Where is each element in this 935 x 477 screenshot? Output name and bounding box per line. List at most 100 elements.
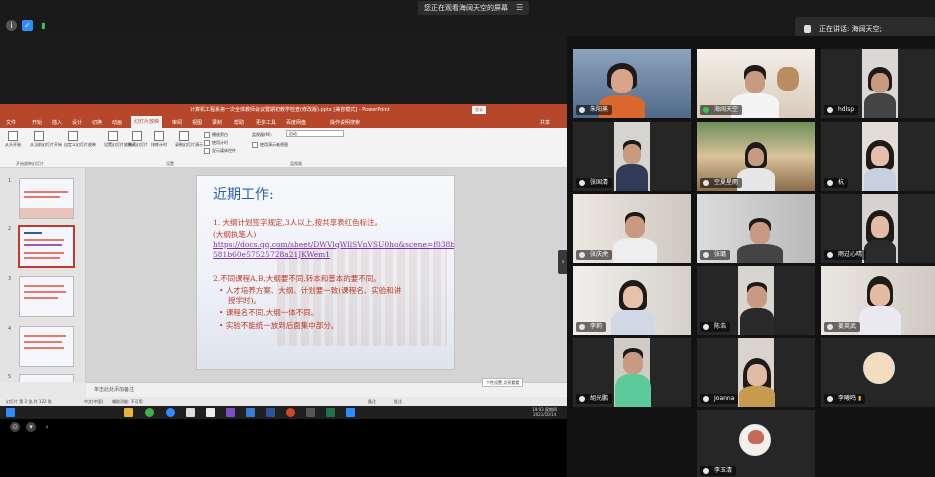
excel-icon[interactable] — [326, 408, 335, 417]
slide-item-1: 1. 大纲计划签字规定,3人以上,按共享表红色标注。 — [213, 218, 383, 227]
ppt-title-bar: 计算机工程系第一次全体教师会议暨期初教学检查(修改版).pptx [兼容模式] … — [0, 104, 567, 116]
participant-name: 杭 — [824, 178, 849, 188]
slide-thumbnail[interactable] — [19, 276, 74, 317]
participant-name: 李玉清 — [700, 466, 737, 476]
participant-name: Joanna — [700, 394, 739, 404]
participant-tile[interactable]: 杭 — [821, 122, 935, 191]
slide-bullet-cont: 授学时)。 — [228, 296, 261, 305]
windows-start-icon[interactable] — [6, 408, 15, 417]
hide-slide-button[interactable]: 隐藏幻灯片 — [128, 131, 148, 149]
tell-me-search[interactable]: 操作说明搜索 — [330, 119, 360, 126]
participant-tile[interactable]: 李曦鸣 ▮ — [821, 338, 935, 407]
browser-icon[interactable] — [166, 408, 175, 417]
participant-tile[interactable]: 雨过心晴 — [821, 194, 935, 263]
slide-number: 4 — [8, 326, 12, 332]
app-icon[interactable] — [206, 408, 215, 417]
record-button[interactable]: 录制幻灯片演示 — [175, 131, 203, 149]
shield-icon[interactable]: ✓ — [22, 20, 33, 31]
accessibility-status[interactable]: 辅助功能: 不可用 — [112, 399, 143, 405]
participant-name: hdlsp — [824, 105, 859, 115]
tab-file[interactable]: 文件 — [6, 119, 16, 126]
participant-tile[interactable]: 空夏星雨 — [697, 122, 815, 191]
signal-icon[interactable]: ▮ — [38, 20, 49, 31]
comments-toggle[interactable]: 批注 — [394, 399, 402, 405]
participant-tile[interactable]: Joanna — [697, 338, 815, 407]
tab-animations[interactable]: 动画 — [112, 119, 122, 126]
slide-thumbnail-selected[interactable] — [18, 225, 75, 268]
tab-home[interactable]: 开始 — [32, 119, 42, 126]
play-current-icon — [34, 131, 44, 141]
slide-thumbnail-pane: 1 2 3 4 5 — [0, 168, 86, 382]
participant-tile[interactable]: hdlsp — [821, 49, 935, 118]
powerpoint-icon[interactable] — [286, 408, 295, 417]
word-icon[interactable] — [266, 408, 275, 417]
slide-editing-area[interactable]: 近期工作: 1. 大纲计划签字规定,3人以上,按共享表红色标注。 (大纲执笔人)… — [86, 168, 567, 382]
app-icon[interactable] — [186, 408, 195, 417]
login-button[interactable]: 登录 — [472, 106, 486, 114]
participant-tile[interactable]: 张庆虎 — [573, 194, 691, 263]
tab-transitions[interactable]: 切换 — [92, 119, 102, 126]
from-current-button[interactable]: 从当前幻灯片开始 — [30, 131, 62, 149]
slide-counter: 幻灯片 第 2 张,共 122 张 — [6, 399, 52, 404]
media-controls-checkbox[interactable]: 显示媒体控件 — [204, 148, 236, 154]
share-button[interactable]: 共享 — [540, 119, 550, 126]
participant-tile[interactable]: 朱阳蒸 — [573, 49, 691, 118]
slide-link-cont[interactable]: 581b60e57525728a21JKWem1 — [213, 250, 330, 260]
rehearse-button[interactable]: 排练计时 — [150, 131, 168, 149]
app-icon[interactable] — [145, 408, 154, 417]
settings-icon[interactable]: ▾ — [26, 422, 36, 432]
custom-show-button[interactable]: 自定义幻灯片放映 — [64, 131, 96, 149]
file-explorer-icon[interactable] — [124, 408, 133, 417]
visual-studio-icon[interactable] — [226, 408, 235, 417]
view-options-menu-icon[interactable]: ☰ — [516, 1, 523, 15]
notes-toggle[interactable]: 备注 — [368, 399, 376, 405]
app-icon[interactable] — [306, 408, 315, 417]
monitor-select[interactable]: 自动 — [286, 130, 344, 137]
from-start-button[interactable]: 从头开始 — [4, 131, 22, 149]
share-controls: ⊙ ▾ ‹ — [0, 419, 60, 435]
participant-tile[interactable]: 李玉清 — [697, 410, 815, 477]
chevron-left-icon[interactable]: ‹ — [42, 422, 52, 432]
screen-share-notice[interactable]: 您正在观看海阔天空的屏幕 ☰ — [418, 1, 530, 15]
participant-tile[interactable]: 张国清 — [573, 122, 691, 191]
slide-background-image — [277, 246, 447, 346]
setup-show-button[interactable]: 设置幻灯片放映 — [104, 131, 132, 149]
tab-baidu[interactable]: 百度网盘 — [286, 119, 306, 126]
tab-slideshow[interactable]: 幻灯片放映 — [131, 116, 163, 128]
slide-thumbnail[interactable] — [19, 178, 74, 219]
tab-view[interactable]: 视图 — [192, 119, 202, 126]
profile-avatar — [863, 352, 895, 384]
participant-tile[interactable]: 陈浩 — [697, 266, 815, 335]
tab-design[interactable]: 设计 — [72, 119, 82, 126]
participant-tile[interactable]: 张璐 — [697, 194, 815, 263]
slide-link[interactable]: https://docs.qq.com/sheet/DWVlqWllSVnVSU… — [213, 240, 454, 250]
screen-share-notice-text: 您正在观看海阔天空的屏幕 — [424, 4, 508, 12]
monitor-label: 监视器(M): — [252, 132, 272, 137]
current-slide[interactable]: 近期工作: 1. 大纲计划签字规定,3人以上,按共享表红色标注。 (大纲执笔人)… — [196, 175, 455, 370]
participant-tile[interactable]: 胡光鹏 — [573, 338, 691, 407]
system-clock[interactable]: 19:03 星期四 2021/10/14 — [532, 407, 557, 417]
participant-name: 朱阳蒸 — [576, 105, 613, 115]
narration-checkbox[interactable]: 播放旁白 — [204, 132, 228, 138]
participant-tile[interactable]: 姜英武 — [821, 266, 935, 335]
ppt-title: 计算机工程系第一次全体教师会议暨期初教学检查(修改版).pptx [兼容模式] … — [190, 107, 390, 113]
tab-help[interactable]: 帮助 — [234, 119, 244, 126]
app-icon[interactable] — [246, 408, 255, 417]
annotate-icon[interactable]: ⊙ — [10, 422, 20, 432]
participant-tile-active-speaker[interactable]: 海阔天空 — [697, 49, 815, 118]
tab-review[interactable]: 审阅 — [172, 119, 182, 126]
info-icon[interactable]: i — [6, 20, 17, 31]
participant-name: 张国清 — [576, 178, 613, 188]
zoom-icon[interactable] — [346, 408, 355, 417]
participant-name: 张庆虎 — [576, 250, 613, 260]
participant-tile[interactable]: 李莉 — [573, 266, 691, 335]
slide-bullet: • 实验不能统一放到后面集中部分。 — [219, 321, 339, 330]
slide-thumbnail[interactable] — [19, 326, 74, 367]
slide-thumbnail[interactable] — [19, 374, 74, 382]
tab-record[interactable]: 录制 — [212, 119, 222, 126]
presenter-view-checkbox[interactable]: 使用演示者视图 — [252, 142, 288, 148]
personalize-tooltip[interactable]: 个性设置 点亮看看 — [482, 378, 524, 387]
tab-insert[interactable]: 插入 — [52, 119, 62, 126]
tab-more-tools[interactable]: 更多工具 — [256, 119, 276, 126]
timing-checkbox[interactable]: 使用计时 — [204, 140, 228, 146]
